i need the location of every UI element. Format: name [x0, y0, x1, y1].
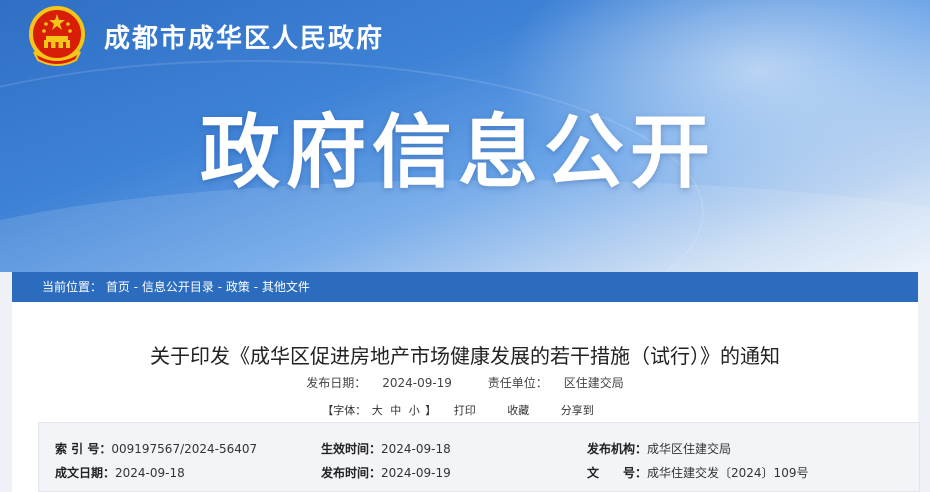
font-size-suffix: 】 — [425, 404, 437, 417]
article-meta: 发布日期： 2024-09-19 责任单位： 区住建交局 — [12, 374, 918, 391]
article-toolbar: 【字体： 大 中 小 】 打印 收藏 分享到 — [12, 402, 918, 418]
publish-date: 2024-09-19 — [382, 376, 452, 390]
national-emblem-icon — [29, 6, 85, 66]
effective-label: 生效时间： — [321, 442, 382, 456]
info-docno: 文 号：成华住建交发〔2024〕109号 — [587, 464, 808, 481]
written-label: 成文日期： — [55, 466, 116, 480]
index-label: 索 引 号： — [55, 442, 112, 456]
favorite-button[interactable]: 收藏 — [507, 404, 529, 417]
info-issuer: 发布机构：成华区住建交局 — [587, 440, 731, 457]
font-small-button[interactable]: 小 — [409, 404, 420, 417]
font-size-control: 【字体： 大 中 小 】 — [322, 404, 440, 417]
breadcrumb-home[interactable]: 首页 — [106, 280, 130, 294]
breadcrumb: 当前位置： 首页 - 信息公开目录 - 政策 - 其他文件 — [12, 272, 918, 302]
published-value: 2024-09-19 — [381, 466, 451, 480]
published-label: 发布时间： — [321, 466, 382, 480]
print-button[interactable]: 打印 — [454, 404, 476, 417]
responsible-unit: 区住建交局 — [563, 376, 624, 390]
issuer-label: 发布机构： — [587, 442, 648, 456]
info-written: 成文日期：2024-09-18 — [55, 464, 185, 481]
site-name[interactable]: 成都市成华区人民政府 — [104, 18, 384, 55]
unit-label: 责任单位： — [487, 376, 548, 390]
article-panel: 关于印发《成华区促进房地产市场健康发展的若干措施（试行）》的通知 发布日期： 20… — [12, 302, 920, 492]
effective-value: 2024-09-18 — [381, 442, 451, 456]
docno-label: 文 号： — [587, 466, 648, 480]
issuer-value: 成华区住建交局 — [647, 442, 732, 456]
breadcrumb-separator: - — [253, 280, 262, 294]
publish-date-label: 发布日期： — [306, 376, 367, 390]
breadcrumb-separator: - — [217, 280, 226, 294]
article-title: 关于印发《成华区促进房地产市场健康发展的若干措施（试行）》的通知 — [150, 344, 780, 368]
font-medium-button[interactable]: 中 — [390, 404, 401, 417]
info-effective: 生效时间：2024-09-18 — [321, 440, 451, 457]
header-banner: 成都市成华区人民政府 政府信息公开 — [0, 0, 930, 272]
breadcrumb-policy[interactable]: 政策 — [226, 280, 250, 294]
share-button[interactable]: 分享到 — [561, 404, 594, 417]
written-value: 2024-09-18 — [115, 466, 185, 480]
font-large-button[interactable]: 大 — [372, 404, 383, 417]
index-value: 009197567/2024-56407 — [111, 442, 258, 456]
font-size-prefix: 【字体： — [322, 404, 367, 417]
info-published: 发布时间：2024-09-19 — [321, 464, 451, 481]
breadcrumb-prefix: 当前位置： — [42, 280, 103, 294]
breadcrumb-other-files[interactable]: 其他文件 — [262, 280, 310, 294]
document-info-box: 索 引 号：009197567/2024-56407 生效时间：2024-09-… — [38, 422, 920, 492]
breadcrumb-catalog[interactable]: 信息公开目录 — [142, 280, 214, 294]
info-index: 索 引 号：009197567/2024-56407 — [55, 440, 257, 457]
breadcrumb-separator: - — [133, 280, 142, 294]
docno-value: 成华住建交发〔2024〕109号 — [647, 466, 809, 480]
section-title: 政府信息公开 — [200, 106, 716, 199]
